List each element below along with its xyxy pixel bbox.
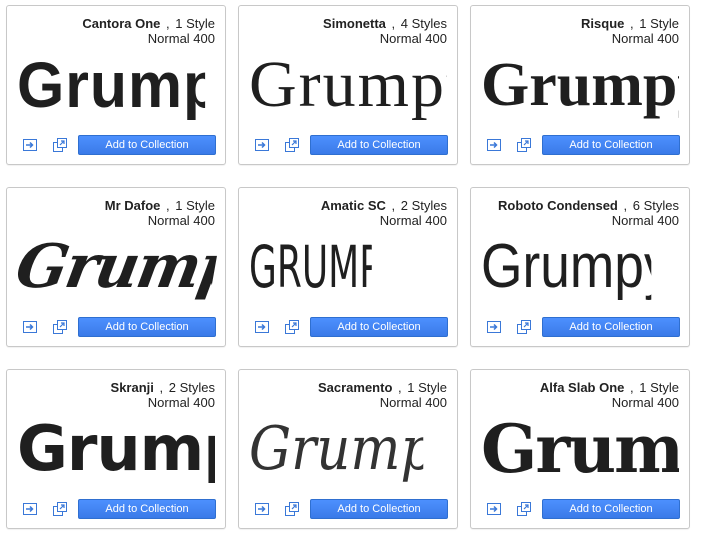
font-meta: Amatic SC , 2 Styles Normal 400 bbox=[320, 198, 447, 228]
pop-out-icon[interactable] bbox=[53, 320, 67, 334]
font-meta: Alfa Slab One , 1 Style Normal 400 bbox=[539, 380, 679, 410]
pop-out-icon[interactable] bbox=[285, 138, 299, 152]
add-to-collection-button[interactable]: Add to Collection bbox=[542, 499, 680, 519]
add-to-collection-button[interactable]: Add to Collection bbox=[542, 317, 680, 337]
font-preview: Grumpy wizards bbox=[10, 232, 222, 302]
font-card[interactable]: Mr Dafoe , 1 Style Normal 400 Grumpy wiz… bbox=[6, 187, 226, 347]
font-meta: Simonetta , 4 Styles Normal 400 bbox=[323, 16, 447, 46]
pop-out-icon[interactable] bbox=[285, 502, 299, 516]
font-style-count: 2 Styles bbox=[168, 380, 215, 395]
font-preview: Grumpy wizards bbox=[17, 414, 215, 484]
quick-use-icon[interactable] bbox=[23, 139, 37, 151]
font-style-count: 2 Styles bbox=[400, 198, 447, 213]
add-to-collection-button[interactable]: Add to Collection bbox=[310, 317, 448, 337]
font-name: Cantora One bbox=[82, 16, 161, 31]
add-to-collection-button[interactable]: Add to Collection bbox=[310, 499, 448, 519]
font-style-count: 1 Style bbox=[639, 380, 679, 395]
quick-use-icon[interactable] bbox=[487, 503, 501, 515]
font-style-count: 6 Styles bbox=[632, 198, 679, 213]
pop-out-icon[interactable] bbox=[53, 138, 67, 152]
add-to-collection-button[interactable]: Add to Collection bbox=[310, 135, 448, 155]
font-card[interactable]: Skranji , 2 Styles Normal 400 Grumpy wiz… bbox=[6, 369, 226, 529]
pop-out-icon[interactable] bbox=[517, 138, 531, 152]
font-weight: Normal 400 bbox=[379, 395, 447, 410]
font-weight: Normal 400 bbox=[379, 213, 447, 228]
font-weight: Normal 400 bbox=[611, 31, 679, 46]
font-preview: Grumpy wizards bbox=[249, 50, 447, 120]
font-meta: Sacramento , 1 Style Normal 400 bbox=[317, 380, 447, 410]
font-name: Roboto Condensed bbox=[498, 198, 618, 213]
font-card[interactable]: Alfa Slab One , 1 Style Normal 400 Grump… bbox=[470, 369, 690, 529]
font-meta: Roboto Condensed , 6 Styles Normal 400 bbox=[498, 198, 679, 228]
font-name: Skranji bbox=[110, 380, 154, 395]
font-preview: Grumpy wizards bbox=[481, 51, 679, 119]
pop-out-icon[interactable] bbox=[285, 320, 299, 334]
font-preview: Grumpy wizards bbox=[249, 414, 423, 484]
font-name: Amatic SC bbox=[320, 198, 386, 213]
font-meta: Skranji , 2 Styles Normal 400 bbox=[110, 380, 215, 410]
font-style-count: 1 Style bbox=[639, 16, 679, 31]
quick-use-icon[interactable] bbox=[23, 321, 37, 333]
font-meta: Risque , 1 Style Normal 400 bbox=[581, 16, 679, 46]
quick-use-icon[interactable] bbox=[255, 503, 269, 515]
font-name: Alfa Slab One bbox=[539, 380, 625, 395]
font-preview: Grumpy wizards bbox=[17, 50, 205, 120]
font-meta: Cantora One , 1 Style Normal 400 bbox=[82, 16, 215, 46]
font-card[interactable]: Sacramento , 1 Style Normal 400 Grumpy w… bbox=[238, 369, 458, 529]
font-style-count: 1 Style bbox=[175, 16, 215, 31]
add-to-collection-button[interactable]: Add to Collection bbox=[78, 499, 216, 519]
quick-use-icon[interactable] bbox=[255, 139, 269, 151]
pop-out-icon[interactable] bbox=[517, 502, 531, 516]
quick-use-icon[interactable] bbox=[23, 503, 37, 515]
pop-out-icon[interactable] bbox=[53, 502, 67, 516]
pop-out-icon[interactable] bbox=[517, 320, 531, 334]
font-card[interactable]: Cantora One , 1 Style Normal 400 Grumpy … bbox=[6, 5, 226, 165]
font-style-count: 1 Style bbox=[175, 198, 215, 213]
font-card[interactable]: Roboto Condensed , 6 Styles Normal 400 G… bbox=[470, 187, 690, 347]
font-name: Simonetta bbox=[323, 16, 386, 31]
font-style-count: 1 Style bbox=[407, 380, 447, 395]
font-meta: Mr Dafoe , 1 Style Normal 400 bbox=[104, 198, 215, 228]
add-to-collection-button[interactable]: Add to Collection bbox=[78, 317, 216, 337]
font-name: Sacramento bbox=[317, 380, 393, 395]
add-to-collection-button[interactable]: Add to Collection bbox=[78, 135, 216, 155]
font-card[interactable]: Risque , 1 Style Normal 400 Grumpy wizar… bbox=[470, 5, 690, 165]
add-to-collection-button[interactable]: Add to Collection bbox=[542, 135, 680, 155]
font-weight: Normal 400 bbox=[147, 213, 215, 228]
font-weight: Normal 400 bbox=[379, 31, 447, 46]
font-name: Risque bbox=[581, 16, 625, 31]
font-card[interactable]: Simonetta , 4 Styles Normal 400 Grumpy w… bbox=[238, 5, 458, 165]
font-card[interactable]: Amatic SC , 2 Styles Normal 400 Grumpy w… bbox=[238, 187, 458, 347]
font-preview: Grumpy wizards bbox=[481, 232, 651, 301]
font-preview: Grumpy wizards bbox=[481, 414, 679, 484]
font-name: Mr Dafoe bbox=[104, 198, 161, 213]
font-weight: Normal 400 bbox=[147, 395, 215, 410]
font-style-count: 4 Styles bbox=[400, 16, 447, 31]
font-weight: Normal 400 bbox=[611, 213, 679, 228]
quick-use-icon[interactable] bbox=[487, 321, 501, 333]
quick-use-icon[interactable] bbox=[255, 321, 269, 333]
font-weight: Normal 400 bbox=[147, 31, 215, 46]
font-preview: Grumpy wizards bbox=[249, 233, 372, 301]
font-weight: Normal 400 bbox=[611, 395, 679, 410]
quick-use-icon[interactable] bbox=[487, 139, 501, 151]
